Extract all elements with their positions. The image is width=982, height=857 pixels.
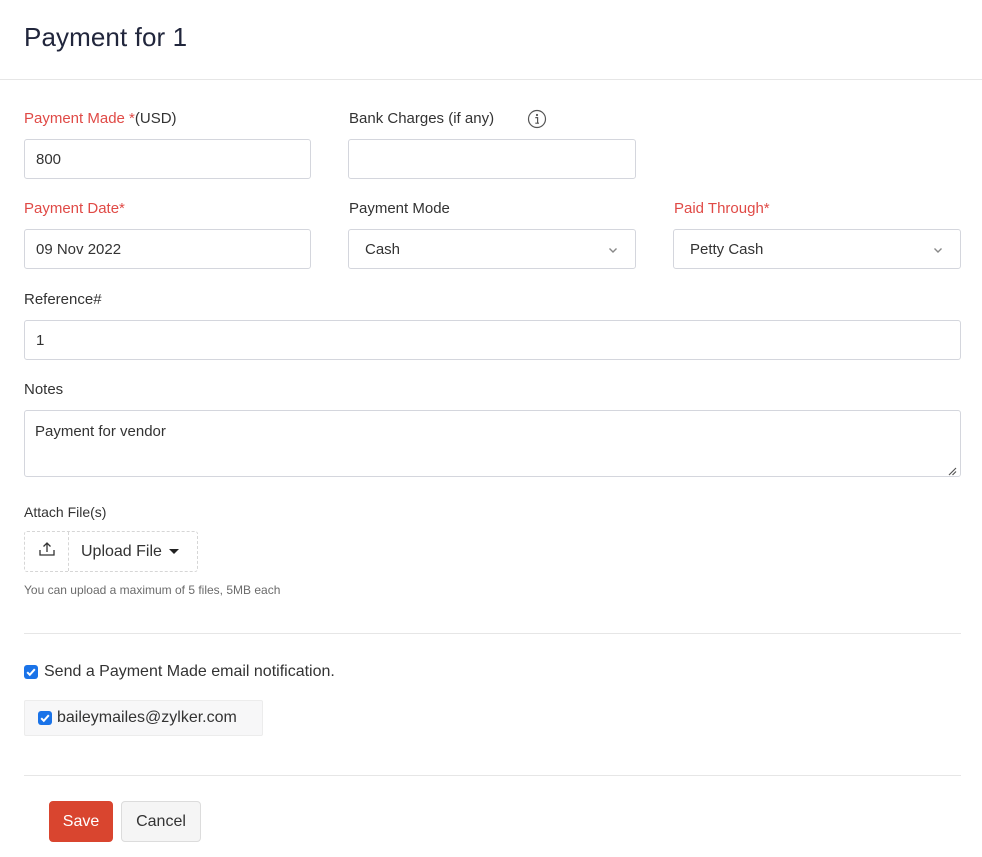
payment-made-value: 800 xyxy=(36,150,62,168)
recipient-email[interactable]: baileymailes@zylker.com xyxy=(57,709,237,727)
upload-hint: You can upload a maximum of 5 files, 5MB… xyxy=(24,583,281,597)
recipient-checkbox[interactable] xyxy=(38,711,52,725)
resize-handle-icon[interactable] xyxy=(947,463,957,476)
payment-mode-label: Payment Mode xyxy=(349,200,450,217)
notes-label: Notes xyxy=(24,381,64,398)
upload-icon xyxy=(38,541,56,562)
payment-date-value: 09 Nov 2022 xyxy=(36,240,122,258)
payment-mode-value: Cash xyxy=(365,240,401,258)
caret-down-icon xyxy=(168,549,179,554)
divider xyxy=(24,633,961,634)
payment-date-label: Payment Date* xyxy=(24,200,125,217)
payment-mode-select[interactable]: Cash xyxy=(348,229,636,269)
paid-through-value: Petty Cash xyxy=(690,240,764,258)
notes-textarea[interactable]: Payment for vendor xyxy=(24,410,961,477)
notification-checkbox[interactable] xyxy=(24,665,38,679)
upload-file-label: Upload File xyxy=(81,542,162,560)
upload-file-group: Upload File xyxy=(24,531,198,572)
cancel-button[interactable]: Cancel xyxy=(121,801,201,842)
payment-date-input[interactable]: 09 Nov 2022 xyxy=(24,229,311,269)
payment-made-label: Payment Made *(USD) xyxy=(24,110,177,127)
upload-file-button[interactable]: Upload File xyxy=(69,532,197,571)
save-button[interactable]: Save xyxy=(49,801,113,842)
notes-value: Payment for vendor xyxy=(35,423,166,440)
page-title: Payment for 1 xyxy=(24,22,188,52)
payment-made-input[interactable]: 800 xyxy=(24,139,311,179)
divider xyxy=(24,775,961,776)
recipient-chip: baileymailes@zylker.com xyxy=(24,700,263,736)
reference-input[interactable]: 1 xyxy=(24,320,961,360)
reference-label: Reference# xyxy=(24,291,102,308)
reference-value: 1 xyxy=(36,331,45,349)
paid-through-label: Paid Through* xyxy=(674,200,770,217)
bank-charges-label: Bank Charges (if any) xyxy=(349,110,495,127)
paid-through-select[interactable]: Petty Cash xyxy=(673,229,961,269)
page-header: Payment for 1 xyxy=(0,0,982,80)
bank-charges-input[interactable] xyxy=(348,139,636,179)
notification-label[interactable]: Send a Payment Made email notification. xyxy=(44,663,335,681)
attach-files-label: Attach File(s) xyxy=(24,504,107,520)
info-icon[interactable] xyxy=(527,109,547,129)
currency-unit: (USD) xyxy=(134,110,177,127)
upload-icon-button[interactable] xyxy=(25,532,69,571)
chevron-down-icon xyxy=(607,243,619,255)
chevron-down-icon xyxy=(932,243,944,255)
notification-option: Send a Payment Made email notification. xyxy=(24,663,335,681)
payment-made-label-text: Payment Made * xyxy=(24,110,135,127)
